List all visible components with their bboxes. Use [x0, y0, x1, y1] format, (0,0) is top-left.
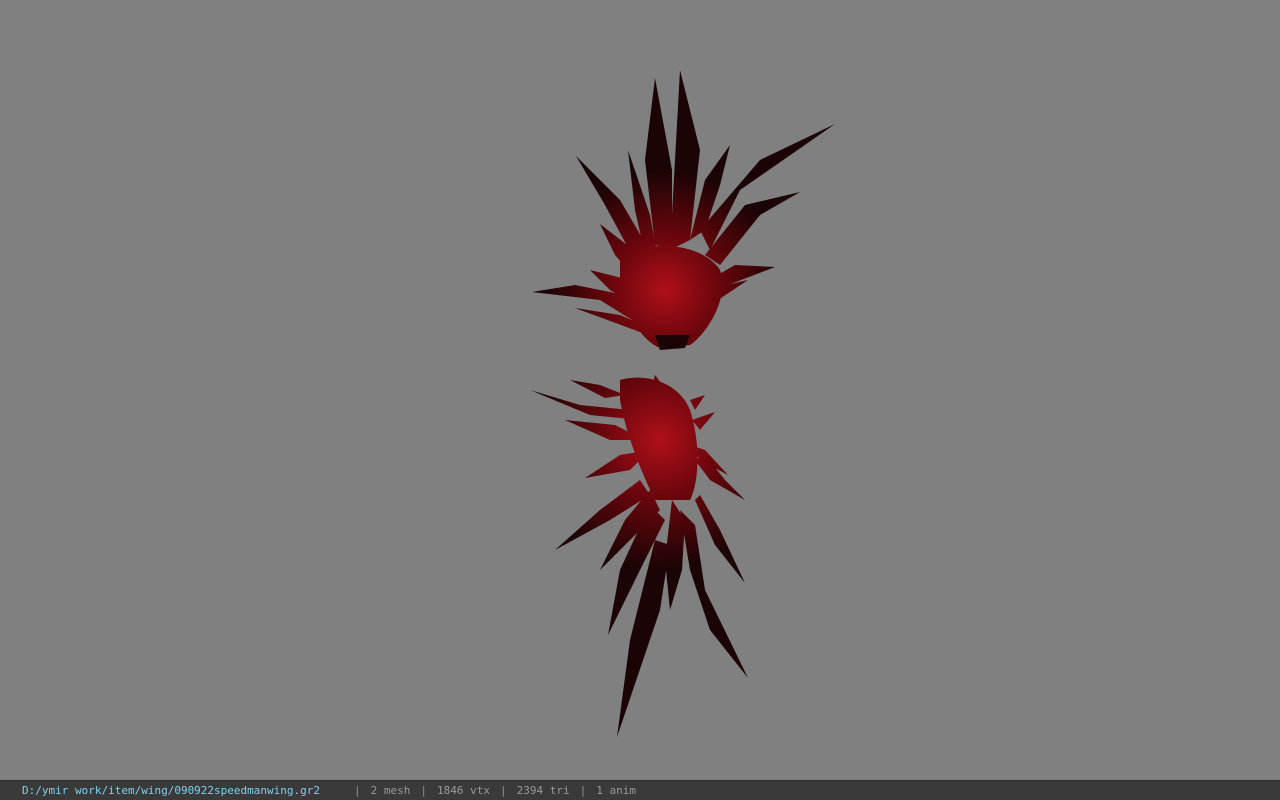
upper-wing [532, 70, 835, 350]
wing-model-icon [530, 70, 835, 737]
animation-count-label: 1 anim [596, 784, 636, 797]
triangle-count-label: 2394 tri [516, 784, 570, 797]
vertex-count-label: 1846 vtx [437, 784, 490, 797]
status-bar: D:/ymir work/item/wing/090922speedmanwin… [0, 780, 1280, 800]
status-separator: | [354, 784, 361, 797]
lower-wing [530, 375, 748, 737]
status-separator: | [579, 784, 587, 797]
status-separator: | [500, 784, 507, 797]
model-viewport[interactable] [0, 0, 1280, 780]
file-path-label: D:/ymir work/item/wing/090922speedmanwin… [22, 784, 321, 797]
mesh-count-label: 2 mesh [370, 784, 411, 797]
status-separator: | [420, 784, 428, 797]
